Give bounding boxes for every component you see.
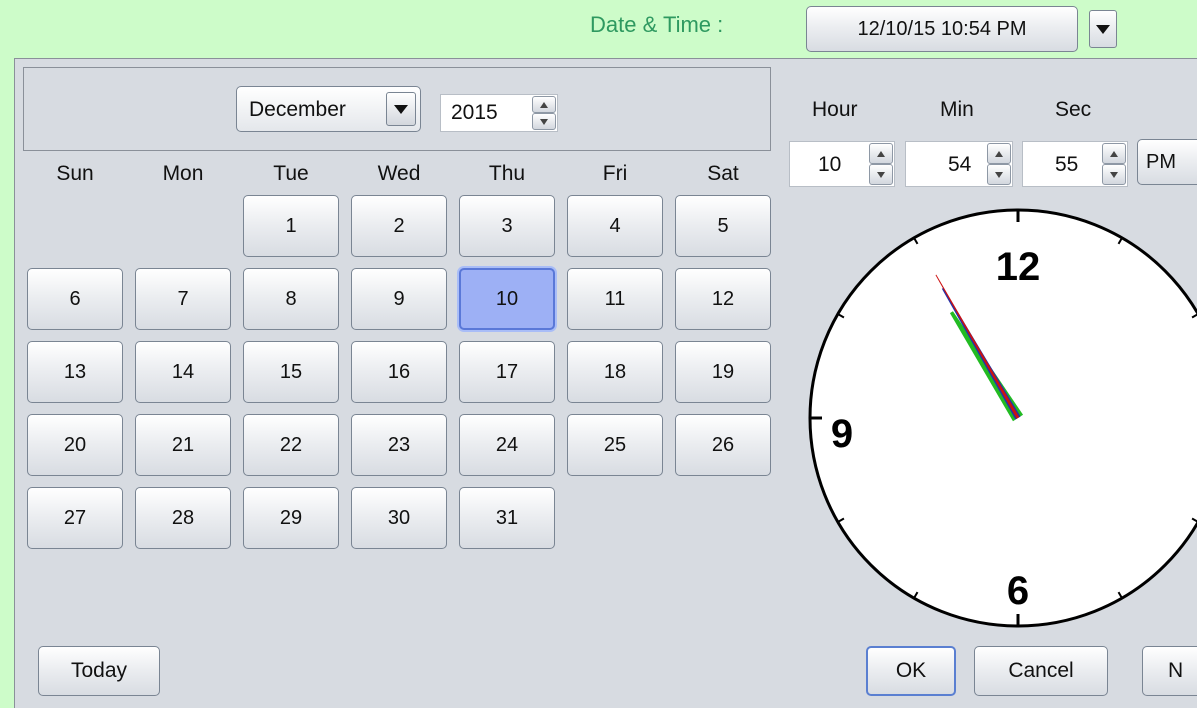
hour-decrement-button[interactable] [869,164,893,185]
day-button[interactable]: 13 [27,341,123,403]
weekday-header: Thu [488,162,526,185]
month-combo[interactable]: December [236,86,421,132]
min-label: Min [940,98,974,121]
weekday-header: Mon [162,162,204,185]
day-button[interactable]: 5 [675,195,771,257]
day-button[interactable]: 9 [351,268,447,330]
arrow-up-icon [995,150,1003,157]
year-spinner[interactable]: 2015 [440,94,558,132]
ok-button[interactable]: OK [866,646,956,696]
minute-value: 54 [948,153,972,176]
cancel-button[interactable]: Cancel [974,646,1108,696]
day-button[interactable]: 10 [459,268,555,330]
day-button[interactable]: 14 [135,341,231,403]
hour-label: Hour [812,98,858,121]
minute-increment-button[interactable] [987,143,1011,164]
month-value: December [249,98,346,121]
day-button[interactable]: 8 [243,268,339,330]
day-button[interactable]: 22 [243,414,339,476]
weekday-header: Fri [602,162,628,185]
hour-value: 10 [818,153,842,176]
arrow-down-icon [995,171,1003,178]
day-button[interactable]: 1 [243,195,339,257]
hour-spinner[interactable]: 10 [789,141,895,187]
ampm-toggle[interactable]: PM [1137,139,1197,185]
chevron-down-icon [1096,24,1110,34]
day-button[interactable]: 15 [243,341,339,403]
day-button[interactable]: 28 [135,487,231,549]
day-button[interactable]: 21 [135,414,231,476]
arrow-down-icon [540,118,548,125]
day-button[interactable]: 2 [351,195,447,257]
day-button[interactable]: 6 [27,268,123,330]
day-button[interactable]: 17 [459,341,555,403]
arrow-up-icon [1110,150,1118,157]
day-button[interactable]: 20 [27,414,123,476]
second-value: 55 [1055,153,1079,176]
day-button[interactable]: 12 [675,268,771,330]
day-button[interactable]: 25 [567,414,663,476]
year-decrement-button[interactable] [532,113,556,130]
day-button[interactable]: 24 [459,414,555,476]
date-time-dropdown-button[interactable] [1089,10,1117,48]
day-button[interactable]: 4 [567,195,663,257]
date-time-field[interactable]: 12/10/15 10:54 PM [806,6,1078,52]
arrow-down-icon [1110,171,1118,178]
minute-decrement-button[interactable] [987,164,1011,185]
clock-numeral-12: 12 [996,245,1041,289]
analog-clock: 12 9 6 [808,208,1197,628]
year-value: 2015 [451,101,498,124]
hour-increment-button[interactable] [869,143,893,164]
day-button[interactable]: 7 [135,268,231,330]
weekday-header: Wed [377,162,421,185]
clock-numeral-6: 6 [1007,569,1029,613]
arrow-up-icon [540,101,548,108]
weekday-header: Sun [56,162,94,185]
second-spinner[interactable]: 55 [1022,141,1128,187]
day-button[interactable]: 31 [459,487,555,549]
now-button[interactable]: N [1142,646,1197,696]
day-button[interactable]: 3 [459,195,555,257]
chevron-down-icon [394,104,408,114]
second-increment-button[interactable] [1102,143,1126,164]
day-button[interactable]: 16 [351,341,447,403]
date-time-label: Date & Time : [590,12,724,37]
arrow-down-icon [877,171,885,178]
sec-label: Sec [1055,98,1092,121]
day-button[interactable]: 30 [351,487,447,549]
day-button[interactable]: 26 [675,414,771,476]
minute-spinner[interactable]: 54 [905,141,1013,187]
today-button[interactable]: Today [38,646,160,696]
day-button[interactable]: 29 [243,487,339,549]
day-button[interactable]: 18 [567,341,663,403]
day-button[interactable]: 19 [675,341,771,403]
weekday-header: Tue [273,162,309,185]
weekday-header: Sat [707,162,739,185]
clock-numeral-9: 9 [831,412,853,456]
arrow-up-icon [877,150,885,157]
day-button[interactable]: 27 [27,487,123,549]
day-button[interactable]: 11 [567,268,663,330]
second-decrement-button[interactable] [1102,164,1126,185]
month-dropdown-arrow[interactable] [386,92,416,126]
day-button[interactable]: 23 [351,414,447,476]
year-increment-button[interactable] [532,96,556,113]
